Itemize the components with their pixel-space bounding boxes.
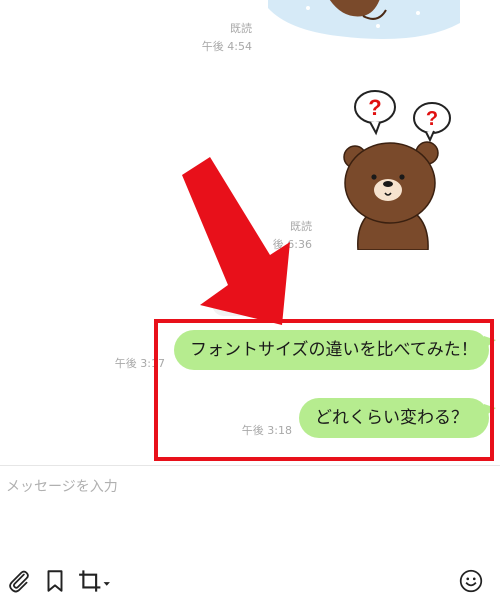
timestamp: 午後 4:54 [201,40,252,53]
confused-bear-sticker[interactable]: ? ? [330,85,455,250]
red-arrow-annotation [182,157,290,325]
paperclip-icon[interactable] [6,568,32,594]
emoji-icon[interactable] [458,568,484,594]
highlight-box [154,319,494,461]
svg-text:?: ? [426,108,438,130]
read-receipt: 既読 [230,22,252,35]
bookmark-icon[interactable] [42,568,68,594]
timestamp: 午後 3:17 [114,357,165,370]
svg-text:?: ? [368,95,381,120]
crop-icon[interactable] [77,568,111,594]
chat-history: 既読 午後 4:54 ? ? 既読 後 6:36 今日 午後 3:17 フォント… [0,0,500,465]
input-divider [0,465,500,466]
bear-sticker-top[interactable] [268,0,460,42]
message-input[interactable] [4,478,488,496]
